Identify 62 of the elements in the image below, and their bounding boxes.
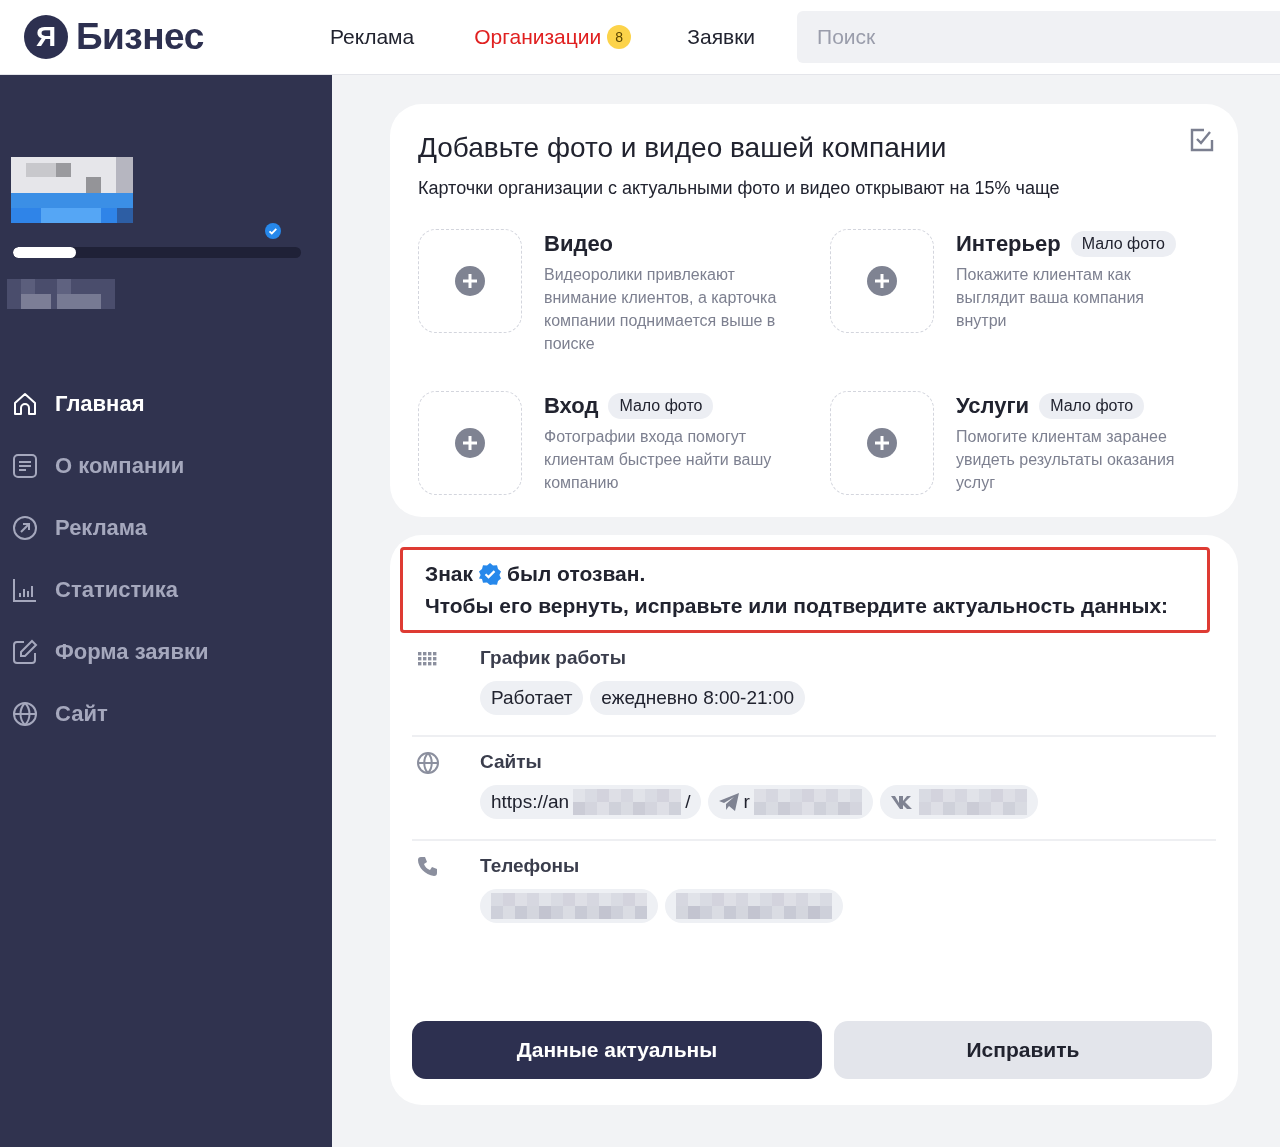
status-badge: Мало фото: [1070, 231, 1176, 257]
link-text: https://an: [491, 791, 570, 813]
notice-text: Знак: [425, 562, 474, 586]
globe-icon: [11, 700, 39, 728]
link-chip[interactable]: [879, 785, 1038, 819]
link-text: r: [743, 791, 750, 813]
logo-text[interactable]: Бизнес: [76, 16, 204, 58]
confirm-button[interactable]: Данные актуальны: [412, 1021, 822, 1079]
sidebar-item[interactable]: Статистика: [11, 576, 332, 604]
tile-description: Помогите клиентам заранее увидеть результаты оказания услуг: [956, 427, 1176, 493]
sidebar-item[interactable]: Реклама: [11, 514, 332, 542]
plus-icon: [455, 266, 485, 296]
arrow-circle-icon: [11, 514, 39, 542]
info-chip: Работает: [480, 681, 584, 715]
paper-plane-icon: [719, 793, 740, 811]
link-chip[interactable]: r: [708, 785, 873, 819]
add-photo-button[interactable]: [830, 391, 934, 495]
add-photo-button[interactable]: [830, 229, 934, 333]
card-subtitle: Карточки организации с актуальными фото и видео открывают на 15% чаще: [418, 178, 1061, 199]
status-badge: Мало фото: [1039, 393, 1145, 419]
section-label: График работы: [480, 647, 627, 669]
home-icon: [11, 390, 39, 418]
sidebar-item[interactable]: Сайт: [11, 700, 332, 728]
section-label: Телефоны: [480, 855, 581, 877]
sidebar-item[interactable]: Главная: [11, 390, 332, 418]
plus-icon: [867, 266, 897, 296]
count-badge: 8: [607, 25, 632, 49]
add-photo-button[interactable]: [418, 391, 522, 495]
sidebar-item[interactable]: О компании: [11, 452, 332, 480]
nav-tab[interactable]: Реклама: [330, 25, 415, 49]
info-chip: ежедневно 8:00-21:00: [590, 681, 805, 715]
edit-icon: [11, 638, 39, 666]
status-badge: Мало фото: [608, 393, 714, 419]
notice-text: Чтобы его вернуть, исправьте или подтвердите актуальность данных:: [425, 594, 1170, 618]
nav-tab[interactable]: Заявки: [687, 25, 756, 49]
vk-icon: [890, 795, 915, 809]
fix-button[interactable]: Исправить: [834, 1021, 1212, 1079]
plus-icon: [455, 428, 485, 458]
card-title: Добавьте фото и видео вашей компании: [418, 132, 948, 164]
search-field[interactable]: Поиск: [797, 11, 1280, 63]
tile-description: Фотографии входа помогут клиентам быстрее найти вашу компанию: [544, 427, 773, 493]
tile-description: Видеоролики привлекают внимание клиентов, а карточка компании поднимается выше в поиске: [544, 265, 778, 354]
logo-icon[interactable]: Я: [24, 15, 68, 59]
link-text: /: [685, 791, 691, 813]
verified-badge-icon: [479, 563, 502, 585]
plus-icon: [867, 428, 897, 458]
tile-title: Интерьер: [956, 231, 1061, 257]
phone-icon: [416, 855, 440, 879]
add-photo-button[interactable]: [418, 229, 522, 333]
sidebar-item[interactable]: Форма заявки: [11, 638, 332, 666]
document-icon: [11, 452, 39, 480]
globe-icon: [416, 751, 440, 775]
link-chip[interactable]: https://an /: [480, 785, 702, 819]
tile-title: Видео: [544, 231, 614, 257]
tile-title: Вход: [544, 393, 599, 419]
bar-chart-icon: [11, 576, 39, 604]
tile-description: Покажите клиентам как выглядит ваша компания внутри: [956, 265, 1145, 331]
notice-text: был отозван.: [507, 562, 646, 586]
nav-tab[interactable]: Организации 8: [474, 25, 632, 49]
checkbox-icon[interactable]: [1190, 128, 1214, 152]
tile-title: Услуги: [956, 393, 1030, 419]
section-label: Сайты: [480, 751, 543, 773]
